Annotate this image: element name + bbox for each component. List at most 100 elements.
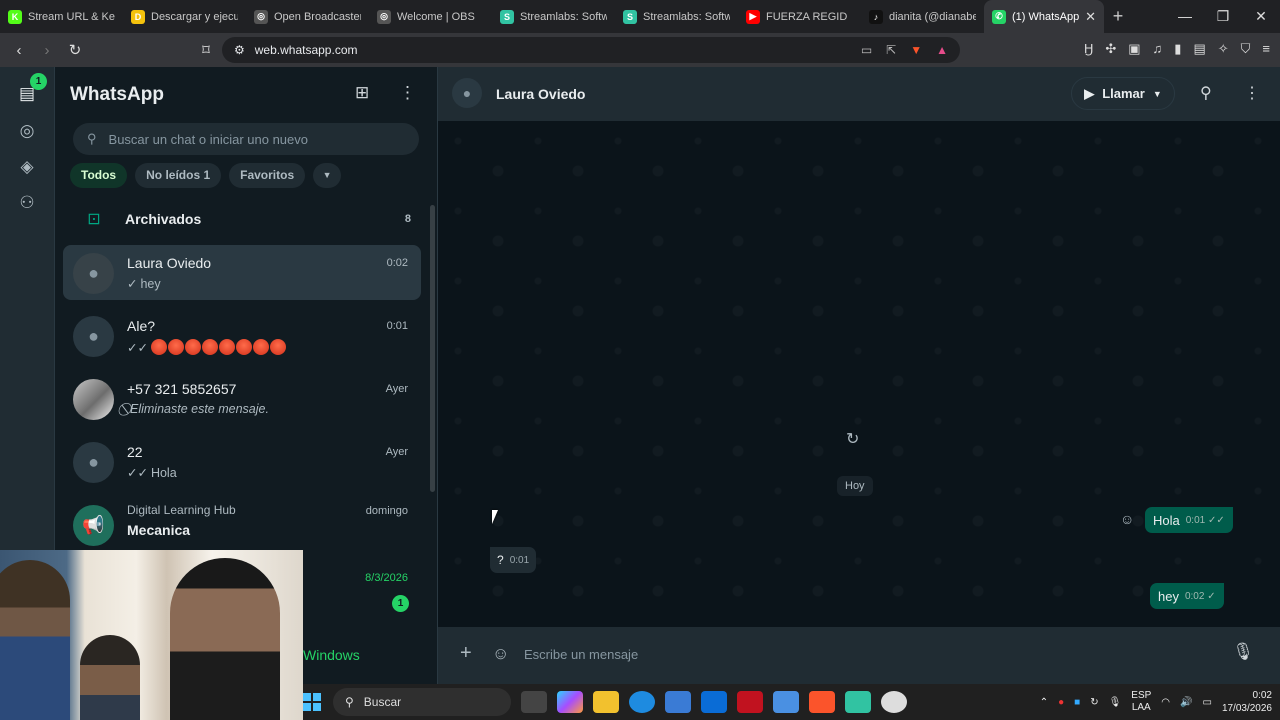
copilot-icon[interactable]: [557, 691, 583, 713]
call-label: Llamar: [1102, 86, 1145, 101]
browser-tab[interactable]: S Streamlabs: Softw: [492, 0, 615, 33]
scrollbar[interactable]: [430, 205, 435, 492]
screenshot-icon[interactable]: ▣: [1128, 41, 1140, 57]
group-name: Mecanica: [127, 522, 191, 538]
browser-tab[interactable]: ✆ (1) WhatsApp ✕: [984, 0, 1104, 33]
browser-tab[interactable]: K Stream URL & Key: [0, 0, 123, 33]
windows-start-icon[interactable]: [303, 693, 321, 711]
message-outgoing[interactable]: Hola 0:01 ✓✓: [1145, 507, 1233, 533]
new-chat-icon[interactable]: ⊞: [355, 83, 369, 103]
maximize-icon[interactable]: ❐: [1204, 8, 1242, 25]
task-view-icon[interactable]: [521, 691, 547, 713]
reload-icon[interactable]: ↻: [64, 41, 86, 59]
obs-icon[interactable]: [881, 691, 907, 713]
more-options-icon[interactable]: ⋮: [399, 83, 416, 103]
read-tick-icon: ✓✓: [127, 466, 148, 480]
browser-tab[interactable]: ◎ Open Broadcaster: [246, 0, 369, 33]
sync-icon[interactable]: ↻: [1090, 697, 1098, 708]
search-messages-icon[interactable]: ⚲: [1200, 83, 1212, 103]
microphone-icon[interactable]: 🎙: [1109, 697, 1122, 708]
search-icon: ⚲: [87, 131, 97, 146]
contact-avatar[interactable]: ●: [452, 78, 482, 108]
extension-icon[interactable]: Ӈ: [1084, 41, 1093, 57]
message-outgoing[interactable]: hey 0:02 ✓: [1150, 583, 1224, 609]
react-emoji-icon[interactable]: ☺: [1120, 511, 1134, 527]
leo-ai-icon[interactable]: ✧: [1218, 41, 1229, 57]
site-info-icon[interactable]: ⚙: [234, 43, 245, 57]
attach-icon[interactable]: +: [460, 642, 472, 665]
tab-title: dianita (@dianabe: [889, 10, 976, 23]
chat-item[interactable]: ● 22 Ayer ✓✓ Hola: [63, 434, 421, 489]
microphone-icon[interactable]: 🎙: [1232, 642, 1254, 662]
puzzle-icon[interactable]: ✣: [1105, 41, 1116, 57]
wifi-icon[interactable]: ◠: [1161, 697, 1170, 708]
language-indicator[interactable]: ESP LAA: [1131, 690, 1151, 714]
vscode-icon[interactable]: [701, 691, 727, 713]
browser-tab[interactable]: ◎ Welcome | OBS: [369, 0, 492, 33]
chat-item[interactable]: ● Laura Oviedo 0:02 ✓ hey: [63, 245, 421, 300]
close-tab-icon[interactable]: ✕: [1085, 9, 1096, 25]
browser-tab[interactable]: ♪ dianita (@dianabe: [861, 0, 984, 33]
filter-all[interactable]: Todos: [70, 163, 128, 188]
cast-icon[interactable]: ▭: [861, 43, 872, 57]
minimize-icon[interactable]: —: [1166, 8, 1204, 25]
bookmark-icon[interactable]: ⌑: [195, 41, 217, 59]
streamlabs-icon[interactable]: [845, 691, 871, 713]
chevron-up-icon[interactable]: ⌃: [1040, 697, 1048, 708]
status-icon[interactable]: ◎: [16, 120, 38, 142]
tab-favicon-icon: ◎: [254, 9, 268, 24]
new-tab-button[interactable]: +: [1104, 6, 1132, 27]
clock[interactable]: 0:02 17/03/2026: [1222, 689, 1272, 715]
forward-icon[interactable]: ›: [36, 42, 58, 59]
chat-item[interactable]: ● Ale? 0:01 ✓✓: [63, 308, 421, 363]
antivirus-icon[interactable]: [737, 691, 763, 713]
address-bar[interactable]: ⚙ web.whatsapp.com ▭ ⇱ ▼ ▲: [222, 37, 960, 63]
search-input[interactable]: ⚲ Buscar un chat o iniciar uno nuevo: [73, 123, 419, 155]
brave-icon[interactable]: [809, 691, 835, 713]
store-icon[interactable]: [665, 691, 691, 713]
browser-tab[interactable]: ▶ FUERZA REGID: [738, 0, 861, 33]
tray-app-icon[interactable]: ■: [1074, 697, 1080, 708]
filter-favorites[interactable]: Favoritos: [229, 163, 306, 188]
brave-shield-icon[interactable]: ▼: [910, 43, 922, 57]
call-button[interactable]: ▶ Llamar ▼: [1071, 77, 1175, 110]
edge-icon[interactable]: [629, 691, 655, 713]
sticker-icon[interactable]: ☺: [492, 644, 509, 664]
file-explorer-icon[interactable]: [593, 691, 619, 713]
close-window-icon[interactable]: ✕: [1242, 8, 1280, 25]
archived-row[interactable]: ⊡ Archivados 8: [63, 201, 421, 237]
volume-icon[interactable]: 🔊: [1180, 697, 1192, 708]
share-icon[interactable]: ⇱: [886, 43, 896, 57]
browser-tab[interactable]: S Streamlabs: Softw: [615, 0, 738, 33]
chat-item[interactable]: +57 321 5852657 Ayer ⃠Eliminaste este me…: [63, 371, 421, 426]
load-older-icon[interactable]: ↻: [846, 429, 859, 449]
tray-app-icon[interactable]: ●: [1058, 697, 1064, 708]
channels-icon[interactable]: ◈: [16, 156, 38, 178]
taskbar-search[interactable]: ⚲ Buscar: [333, 688, 511, 716]
sidebar-toggle-icon[interactable]: ▮: [1174, 41, 1181, 57]
windows-promo-link[interactable]: Windows: [303, 647, 360, 663]
message-input[interactable]: Escribe un mensaje: [524, 640, 1224, 670]
archived-count: 8: [404, 213, 411, 225]
battery-icon[interactable]: ▭: [1202, 697, 1211, 708]
chat-menu-icon[interactable]: ⋮: [1244, 83, 1260, 103]
conversation-header[interactable]: ● Laura Oviedo ▶ Llamar ▼ ⚲ ⋮: [438, 67, 1280, 121]
mail-icon[interactable]: [773, 691, 799, 713]
music-icon[interactable]: ♫: [1153, 41, 1163, 57]
contact-name[interactable]: Laura Oviedo: [496, 86, 585, 102]
time-text: 0:01: [1185, 514, 1206, 526]
message-incoming[interactable]: ? 0:01: [490, 547, 537, 573]
filter-unread[interactable]: No leídos 1: [135, 163, 222, 188]
communities-icon[interactable]: ⚇: [16, 192, 38, 214]
browser-tab[interactable]: D Descargar y ejecut: [123, 0, 246, 33]
wallet-icon[interactable]: ▤: [1193, 41, 1205, 57]
chat-item[interactable]: 📢 Digital Learning Hub domingo Mecanica: [63, 497, 421, 552]
back-icon[interactable]: ‹: [8, 42, 30, 59]
brave-rewards-icon[interactable]: ▲: [936, 43, 948, 57]
chat-preview: ⃠Eliminaste este mensaje.: [127, 402, 269, 417]
vpn-icon[interactable]: ⛉: [1241, 41, 1251, 57]
search-icon: ⚲: [345, 695, 354, 709]
menu-icon[interactable]: ≡: [1262, 41, 1270, 57]
read-tick-icon: ✓✓: [127, 341, 148, 355]
filter-dropdown-icon[interactable]: ▼: [313, 163, 342, 188]
